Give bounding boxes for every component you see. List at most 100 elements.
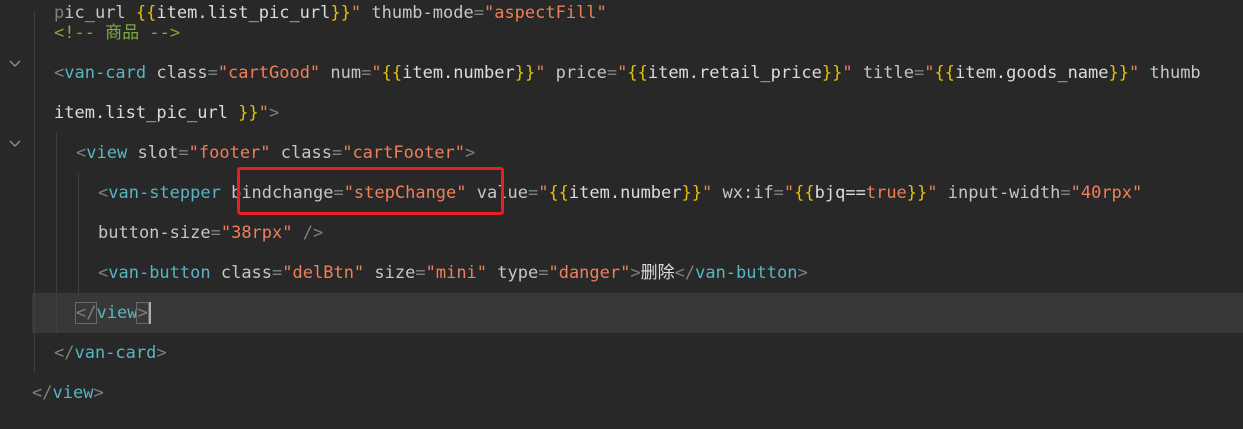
code-token: title	[852, 63, 914, 83]
code-token: "38rpx"	[220, 223, 293, 243]
code-token: 删除	[640, 263, 675, 283]
code-token: van-card	[74, 343, 157, 363]
code-token: >	[156, 343, 167, 363]
code-line[interactable]: </view>	[0, 373, 1243, 413]
code-line-text: button-size="38rpx" />	[98, 213, 323, 253]
code-line-text: <!-- 商品 -->	[54, 13, 180, 53]
code-token: "	[842, 63, 853, 83]
code-token: =	[415, 263, 426, 283]
code-token: {{	[794, 183, 815, 203]
code-token: }}	[1108, 63, 1129, 83]
code-token: van-stepper	[108, 183, 221, 203]
text-cursor	[148, 302, 151, 324]
code-token: view	[96, 303, 138, 323]
code-token: "	[538, 183, 549, 203]
code-line[interactable]: <van-button class="delBtn" size="mini" t…	[0, 253, 1243, 293]
code-token: =	[272, 263, 283, 283]
code-token: =	[527, 183, 539, 203]
code-token: "	[258, 103, 269, 123]
code-token: "	[535, 63, 546, 83]
code-line[interactable]: <view slot="footer" class="cartFooter">	[0, 133, 1243, 173]
code-line[interactable]: </view>	[0, 293, 1243, 333]
code-token: {{	[381, 63, 403, 83]
code-token: {{	[627, 63, 648, 83]
code-token: item.goods_name	[954, 63, 1109, 83]
code-token: "	[927, 183, 938, 203]
code-token: =	[1060, 183, 1071, 203]
code-token: }}	[238, 103, 259, 123]
code-token: view	[86, 143, 128, 163]
code-line[interactable]: button-size="38rpx" />	[0, 213, 1243, 253]
code-token: <	[98, 183, 109, 203]
code-token: "danger"	[548, 263, 631, 283]
code-token: }}	[821, 63, 843, 83]
code-token: >	[136, 302, 149, 324]
code-token: >	[465, 143, 476, 163]
code-token: "delBtn"	[282, 263, 365, 283]
code-token: item.list_pic_url	[54, 103, 239, 123]
code-token: "	[924, 63, 935, 83]
code-line-text: <van-button class="delBtn" size="mini" t…	[98, 253, 808, 293]
code-token: >	[268, 103, 280, 123]
code-token: "	[783, 183, 795, 203]
code-line-text: </van-card>	[54, 333, 167, 373]
code-token: </	[674, 263, 696, 283]
code-token: item.number	[402, 63, 515, 83]
code-token: >	[93, 383, 104, 403]
code-token: "cartGood"	[217, 63, 321, 83]
code-token: "mini"	[425, 263, 488, 283]
code-token: slot	[127, 143, 179, 163]
code-token: input-width	[937, 183, 1061, 203]
code-token: }}	[681, 183, 702, 203]
code-token: type	[487, 263, 539, 283]
code-token: size	[364, 263, 416, 283]
code-token: thumb	[1139, 63, 1201, 83]
code-token: =	[538, 263, 549, 283]
code-token: "cartFooter"	[342, 143, 466, 163]
code-token: item.number	[568, 183, 682, 203]
code-token: wx:if	[712, 183, 774, 203]
code-token: =	[207, 63, 218, 83]
code-token: =	[178, 143, 189, 163]
code-token: <	[54, 63, 65, 83]
code-token: bjq==	[814, 183, 866, 203]
code-token: {{	[548, 183, 569, 203]
code-token: =	[331, 143, 343, 163]
code-token: "	[1129, 63, 1140, 83]
code-line-text: item.list_pic_url }}">	[54, 93, 279, 133]
code-token: =	[914, 63, 925, 83]
code-token: true	[865, 183, 907, 203]
code-token: item.retail_price	[647, 63, 822, 83]
code-token: van-button	[108, 263, 211, 283]
code-token: "	[617, 63, 628, 83]
code-token: class	[270, 143, 332, 163]
code-token: {{	[934, 63, 955, 83]
code-token: />	[292, 223, 324, 243]
code-line[interactable]: <van-card class="cartGood" num="{{item.n…	[0, 53, 1243, 93]
code-token: "	[371, 63, 382, 83]
red-highlight-box	[237, 167, 504, 215]
code-line[interactable]: <van-stepper bindchange="stepChange" val…	[0, 173, 1243, 213]
code-token: "40rpx"	[1070, 183, 1143, 203]
code-token: =	[361, 63, 372, 83]
code-token: <	[76, 143, 87, 163]
code-line-text: </view>	[74, 293, 151, 333]
code-token: }}	[906, 183, 928, 203]
code-token: class	[146, 63, 208, 83]
code-token: =	[210, 223, 221, 243]
code-line[interactable]: </van-card>	[0, 333, 1243, 373]
code-token: <!-- 商品 -->	[54, 23, 181, 43]
code-token: view	[52, 383, 94, 403]
code-token: van-button	[695, 263, 798, 283]
code-token: <	[98, 263, 109, 283]
code-line-text: <van-card class="cartGood" num="{{item.n…	[54, 53, 1201, 93]
code-token: =	[606, 63, 618, 83]
code-token: class	[210, 263, 273, 283]
code-line[interactable]: <!-- 商品 -->	[0, 13, 1243, 53]
code-line[interactable]: item.list_pic_url }}">	[0, 93, 1243, 133]
code-line-text: </view>	[32, 373, 104, 413]
code-token: button-size	[98, 223, 211, 243]
code-editor[interactable]: pic_url {{item.list_pic_url}}" thumb-mod…	[0, 0, 1243, 429]
code-token: >	[797, 263, 808, 283]
code-token: price	[545, 63, 607, 83]
